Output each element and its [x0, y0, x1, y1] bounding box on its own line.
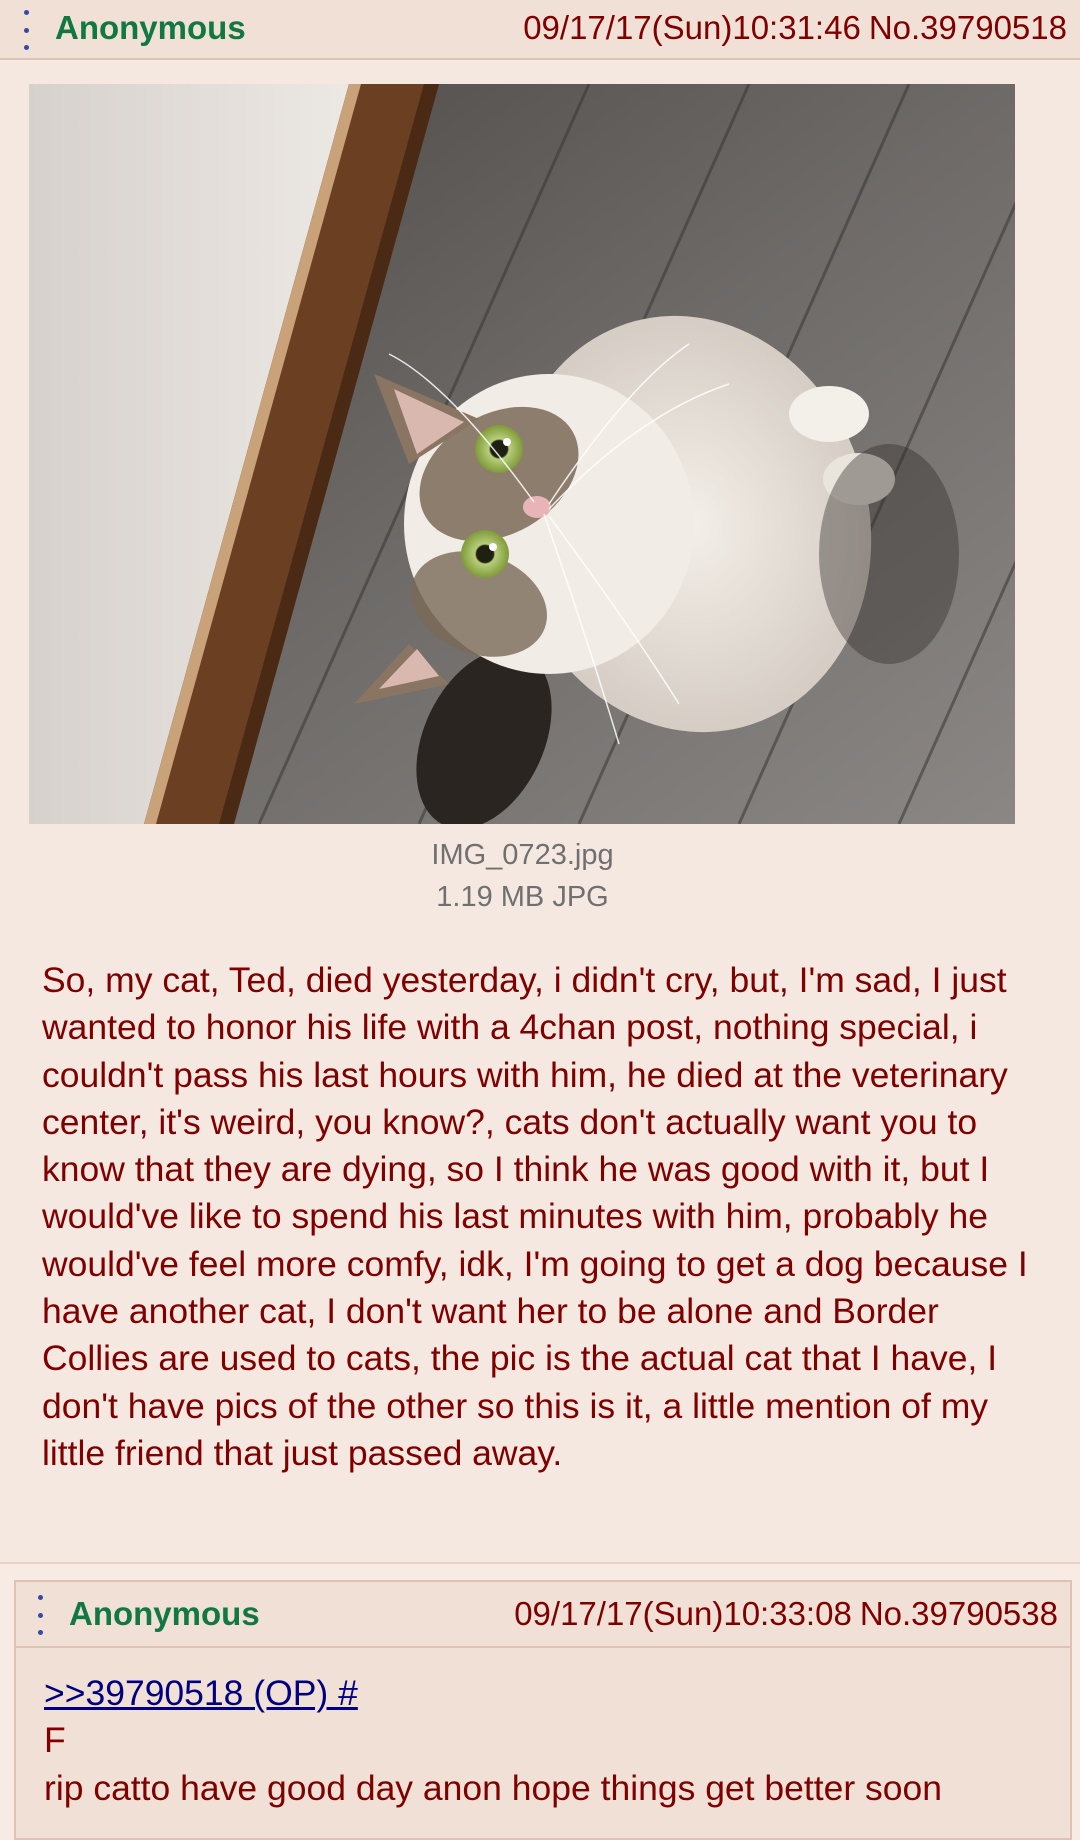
menu-dots-icon[interactable] — [18, 10, 34, 50]
post-image[interactable] — [29, 84, 1015, 824]
reply-line: F — [44, 1720, 66, 1761]
post-datetime: 09/17/17(Sun)10:31:46 — [523, 9, 861, 46]
reply-body: >>39790518 (OP) # F rip catto have good … — [44, 1670, 1064, 1812]
post-meta: 09/17/17(Sun)10:31:46 No.39790518 — [523, 8, 1067, 48]
op-post: Anonymous 09/17/17(Sun)10:31:46 No.397905… — [0, 0, 1080, 1564]
menu-dots-icon[interactable] — [32, 1595, 48, 1635]
poster-name: Anonymous — [55, 9, 246, 46]
reply-post: Anonymous 09/17/17(Sun)10:33:08 No.397905… — [14, 1580, 1072, 1840]
quote-link[interactable]: >>39790518 (OP) # — [44, 1673, 358, 1713]
poster-name: Anonymous — [69, 1595, 260, 1632]
post-datetime: 09/17/17(Sun)10:33:08 — [514, 1595, 852, 1632]
reply-post-header: Anonymous 09/17/17(Sun)10:33:08 No.397905… — [16, 1582, 1070, 1648]
op-post-header: Anonymous 09/17/17(Sun)10:31:46 No.397905… — [0, 0, 1080, 60]
post-body: So, my cat, Ted, died yesterday, i didn'… — [42, 960, 1028, 1473]
post-meta: 09/17/17(Sun)10:33:08 No.39790538 — [514, 1594, 1058, 1634]
post-number[interactable]: No.39790518 — [869, 9, 1067, 46]
file-meta: 1.19 MB JPG — [436, 881, 609, 913]
post-number[interactable]: No.39790538 — [860, 1595, 1058, 1632]
file-name[interactable]: IMG_0723.jpg — [0, 835, 1045, 875]
reply-line: rip catto have good day anon hope things… — [44, 1767, 943, 1808]
